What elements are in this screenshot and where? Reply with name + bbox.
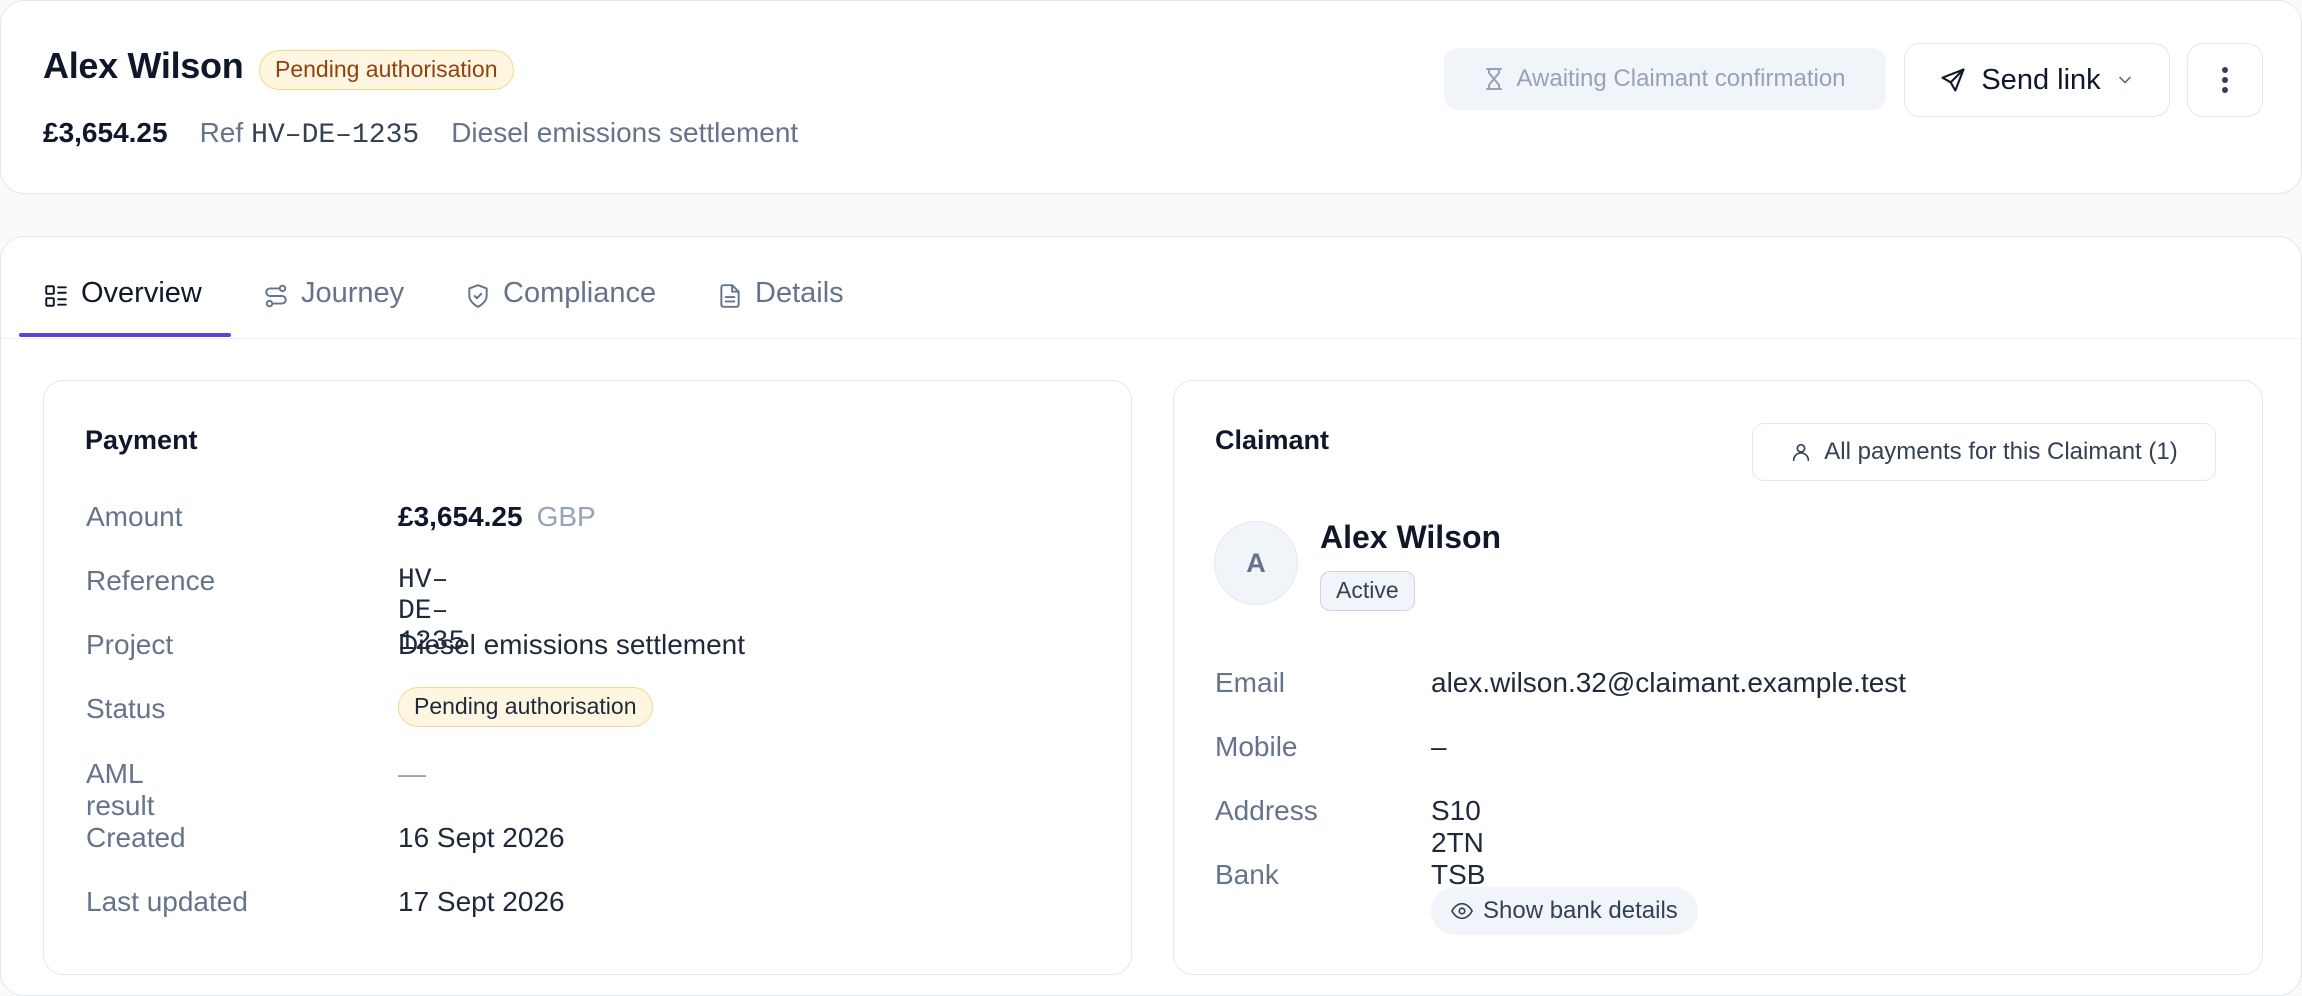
header-project: Diesel emissions settlement — [451, 117, 799, 148]
row-label: Project — [86, 629, 174, 660]
row-value: alex.wilson.32@claimant.example.test — [1431, 667, 1907, 698]
row-value: Diesel emissions settlement — [398, 629, 746, 660]
row-value: S10 2TN — [1431, 795, 1484, 858]
claimant-panel: Claimant All payments for this Claimant … — [1173, 380, 2263, 975]
tab-bar: Overview Journey Compliance Details — [1, 237, 2301, 339]
row-label: Amount — [86, 501, 183, 532]
user-icon — [1790, 441, 1812, 463]
header-reference: Ref HV–DE–1235 — [200, 117, 420, 151]
amount-value: £3,654.25 — [398, 501, 523, 532]
eye-icon — [1451, 900, 1473, 922]
tab-journey[interactable]: Journey — [263, 273, 404, 339]
row-label: Last updated — [86, 886, 248, 917]
row-value: – — [1431, 731, 1447, 762]
tab-label: Overview — [81, 277, 202, 309]
route-icon — [263, 283, 289, 309]
row-value: — — [398, 758, 426, 789]
row-value: 17 Sept 2026 — [398, 886, 565, 917]
row-label: Status — [86, 693, 166, 724]
show-bank-details-button[interactable]: Show bank details — [1431, 887, 1698, 935]
row-label: Email — [1215, 667, 1286, 698]
shield-check-icon — [465, 283, 491, 309]
all-payments-button[interactable]: All payments for this Claimant (1) — [1752, 423, 2216, 481]
tab-details[interactable]: Details — [717, 273, 844, 339]
payment-header: Alex Wilson Pending authorisation £3,654… — [0, 0, 2302, 194]
send-link-button[interactable]: Send link — [1904, 43, 2170, 117]
show-bank-label: Show bank details — [1483, 897, 1678, 924]
active-tab-indicator — [19, 333, 231, 337]
payment-title: Payment — [85, 425, 198, 455]
reference-value: HV–DE–1235 — [251, 120, 420, 151]
send-icon — [1939, 66, 1967, 94]
list-icon — [43, 283, 69, 309]
row-label: Address — [1215, 795, 1318, 826]
tab-overview[interactable]: Overview — [43, 273, 202, 339]
status-badge: Pending authorisation — [259, 50, 514, 90]
page-title: Alex Wilson — [43, 45, 244, 86]
payment-panel: Payment Amount £3,654.25 GBP Reference HV… — [43, 380, 1132, 975]
row-value: 16 Sept 2026 — [398, 822, 565, 853]
row-label: Bank — [1215, 859, 1279, 890]
claimant-name: Alex Wilson — [1320, 519, 1502, 555]
reference-label: Ref — [199, 117, 244, 148]
awaiting-label: Awaiting Claimant confirmation — [1516, 65, 1846, 92]
chevron-down-icon — [2115, 70, 2135, 90]
hourglass-icon — [1484, 67, 1504, 91]
currency-code: GBP — [536, 501, 596, 532]
row-label: Reference — [86, 565, 216, 596]
tab-label: Compliance — [503, 277, 657, 309]
send-link-label: Send link — [1981, 63, 2101, 96]
status-badge: Pending authorisation — [398, 687, 653, 727]
all-payments-label: All payments for this Claimant (1) — [1824, 438, 2178, 465]
document-icon — [717, 283, 743, 309]
header-meta: £3,654.25 Ref HV–DE–1235 Diesel emissions… — [43, 117, 798, 151]
row-label: AML result — [86, 758, 155, 821]
claimant-title: Claimant — [1215, 425, 1330, 455]
awaiting-confirmation-button[interactable]: Awaiting Claimant confirmation — [1444, 48, 1886, 110]
main-card: Overview Journey Compliance Details Paym… — [0, 236, 2302, 996]
claimant-status-badge: Active — [1320, 571, 1415, 611]
row-label: Created — [86, 822, 186, 853]
avatar: A — [1214, 521, 1298, 605]
header-amount: £3,654.25 — [43, 117, 168, 148]
tab-label: Journey — [301, 277, 405, 309]
more-vertical-icon — [2221, 66, 2229, 94]
row-value: £3,654.25 GBP — [398, 501, 596, 533]
row-label: Mobile — [1215, 731, 1298, 762]
more-options-button[interactable] — [2187, 43, 2263, 117]
tab-label: Details — [755, 277, 844, 309]
tab-compliance[interactable]: Compliance — [465, 273, 656, 339]
